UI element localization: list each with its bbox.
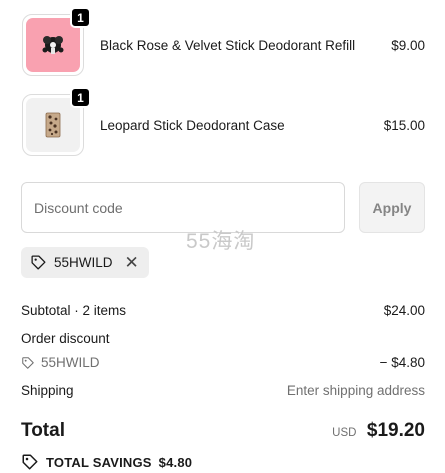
tag-icon xyxy=(22,454,38,470)
product-name: Black Rose & Velvet Stick Deodorant Refi… xyxy=(100,37,356,53)
order-discount-row: Order discount xyxy=(21,331,425,346)
applied-discount-code: 55HWILD xyxy=(54,255,113,270)
total-price: USD $19.20 xyxy=(332,420,425,442)
shipping-value: Enter shipping address xyxy=(286,383,425,398)
tag-icon xyxy=(22,356,34,369)
subtotal-value: $24.00 xyxy=(383,303,425,318)
quantity-badge: 1 xyxy=(70,87,91,108)
product-name: Leopard Stick Deodorant Case xyxy=(100,117,285,133)
discount-code-line: 55HWILD xyxy=(21,355,100,370)
total-amount: $19.20 xyxy=(366,420,425,441)
shipping-label: Shipping xyxy=(21,383,74,398)
product-thumbnail: 1 xyxy=(22,87,91,156)
discount-value: − $4.80 xyxy=(379,355,425,370)
black-rose-icon xyxy=(42,36,64,54)
subtotal-row: Subtotal · 2 items $24.00 xyxy=(21,303,425,318)
total-savings-amount: $4.80 xyxy=(158,454,193,470)
subtotal-label: Subtotal · 2 items xyxy=(21,303,127,318)
total-row: Total USD $19.20 xyxy=(21,420,425,442)
product-price: $9.00 xyxy=(391,37,425,53)
shipping-row: Shipping Enter shipping address xyxy=(21,383,425,398)
applied-discount-chip: 55HWILD ✕ xyxy=(21,247,149,278)
watermark: 55海淘 xyxy=(186,230,256,253)
quantity-badge: 1 xyxy=(70,7,91,28)
discount-code-input[interactable] xyxy=(21,182,345,233)
tag-icon xyxy=(31,255,46,270)
total-savings-label: TOTAL SAVINGS xyxy=(46,454,152,470)
discount-code-name: 55HWILD xyxy=(41,355,100,370)
total-savings-row: TOTAL SAVINGS $4.80 xyxy=(21,453,192,471)
remove-discount-close-icon[interactable]: ✕ xyxy=(125,254,139,271)
order-discount-label: Order discount xyxy=(21,331,110,346)
product-thumbnail: 1 xyxy=(22,7,91,76)
line-item: 1 Leopard Stick Deodorant Case $15.00 xyxy=(22,87,425,156)
leopard-case-icon xyxy=(45,112,61,138)
total-currency: USD xyxy=(332,427,357,439)
line-item: 1 Black Rose & Velvet Stick Deodorant Re… xyxy=(22,7,425,76)
discount-code-row: 55HWILD − $4.80 xyxy=(21,355,425,370)
apply-discount-button[interactable]: Apply xyxy=(359,182,425,233)
product-price: $15.00 xyxy=(383,117,425,133)
total-label: Total xyxy=(21,420,65,441)
